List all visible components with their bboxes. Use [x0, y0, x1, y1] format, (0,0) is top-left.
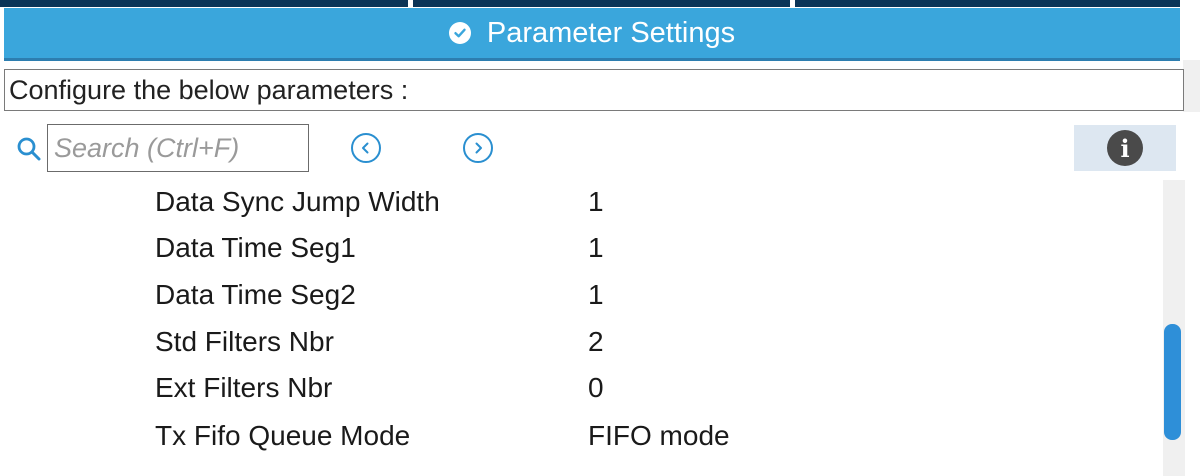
param-name: Tx Fifo Queue Mode: [155, 420, 411, 451]
tab-strip: [0, 0, 1200, 8]
param-value[interactable]: 1: [588, 279, 604, 311]
param-name: Data Time Seg2: [155, 279, 356, 310]
configure-label-box: Configure the below parameters :: [4, 69, 1184, 111]
search-input[interactable]: [47, 124, 309, 172]
param-row[interactable]: Data Time Seg2 1: [0, 273, 1160, 319]
parameter-list: Data Sync Jump Width 1 Data Time Seg1 1 …: [0, 180, 1160, 476]
search-icon[interactable]: [16, 136, 42, 162]
tab-2[interactable]: [413, 0, 790, 7]
param-value[interactable]: 1: [588, 186, 604, 218]
outer-scrollbar[interactable]: [1183, 60, 1200, 112]
param-value[interactable]: FIFO mode: [588, 420, 730, 452]
previous-match-button[interactable]: [351, 133, 381, 163]
header-title: Parameter Settings: [486, 16, 736, 49]
chevron-left-icon: [362, 142, 369, 154]
tab-1[interactable]: [0, 0, 408, 7]
param-name: Std Filters Nbr: [155, 326, 334, 357]
param-row[interactable]: Ext Filters Nbr 0: [0, 366, 1160, 412]
param-value[interactable]: 1: [588, 232, 604, 264]
param-row[interactable]: Data Sync Jump Width 1: [0, 180, 1160, 226]
check-circle-icon: [448, 22, 471, 44]
parameter-settings-header[interactable]: Parameter Settings: [4, 8, 1180, 58]
param-name: Data Sync Jump Width: [155, 186, 440, 217]
vertical-scrollbar-thumb[interactable]: [1164, 324, 1181, 440]
next-match-button[interactable]: [463, 133, 493, 163]
info-icon: i: [1107, 130, 1143, 166]
param-row[interactable]: Std Filters Nbr 2: [0, 320, 1160, 366]
param-row[interactable]: Tx Fifo Queue Mode FIFO mode: [0, 414, 1160, 460]
tab-3[interactable]: [795, 0, 1180, 7]
param-row[interactable]: Data Time Seg1 1: [0, 226, 1160, 272]
param-name: Data Time Seg1: [155, 232, 356, 263]
param-name: Ext Filters Nbr: [155, 372, 333, 403]
header-underline: [4, 58, 1180, 61]
configure-label: Configure the below parameters :: [9, 74, 409, 105]
chevron-right-icon: [475, 142, 482, 154]
param-value[interactable]: 0: [588, 372, 604, 404]
param-value[interactable]: 2: [588, 326, 604, 358]
info-button[interactable]: i: [1074, 125, 1176, 171]
